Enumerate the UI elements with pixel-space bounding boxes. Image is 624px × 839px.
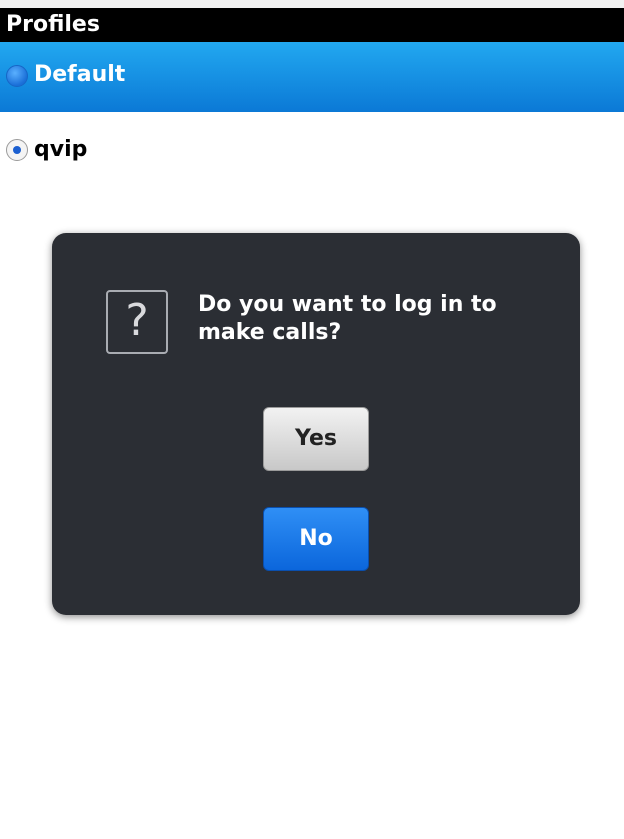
title-bar: Profiles <box>0 8 624 42</box>
profile-item-qvip[interactable]: qvip <box>0 125 624 177</box>
top-strip <box>0 0 624 8</box>
login-dialog: ? Do you want to log in to make calls? Y… <box>52 233 580 615</box>
yes-button[interactable]: Yes <box>263 407 369 471</box>
page-title: Profiles <box>6 12 100 37</box>
dialog-message: Do you want to log in to make calls? <box>198 292 497 345</box>
profile-item-default[interactable]: Default <box>0 42 624 112</box>
question-mark-icon: ? <box>106 290 168 354</box>
profiles-screen: Profiles Default qvip ? Do you want to l… <box>0 0 624 839</box>
profile-label-qvip: qvip <box>34 137 88 162</box>
no-button[interactable]: No <box>263 507 369 571</box>
radio-checked-dot <box>13 146 21 154</box>
profile-label-default: Default <box>34 62 126 87</box>
radio-qvip[interactable] <box>6 139 28 161</box>
radio-default[interactable] <box>6 65 28 87</box>
